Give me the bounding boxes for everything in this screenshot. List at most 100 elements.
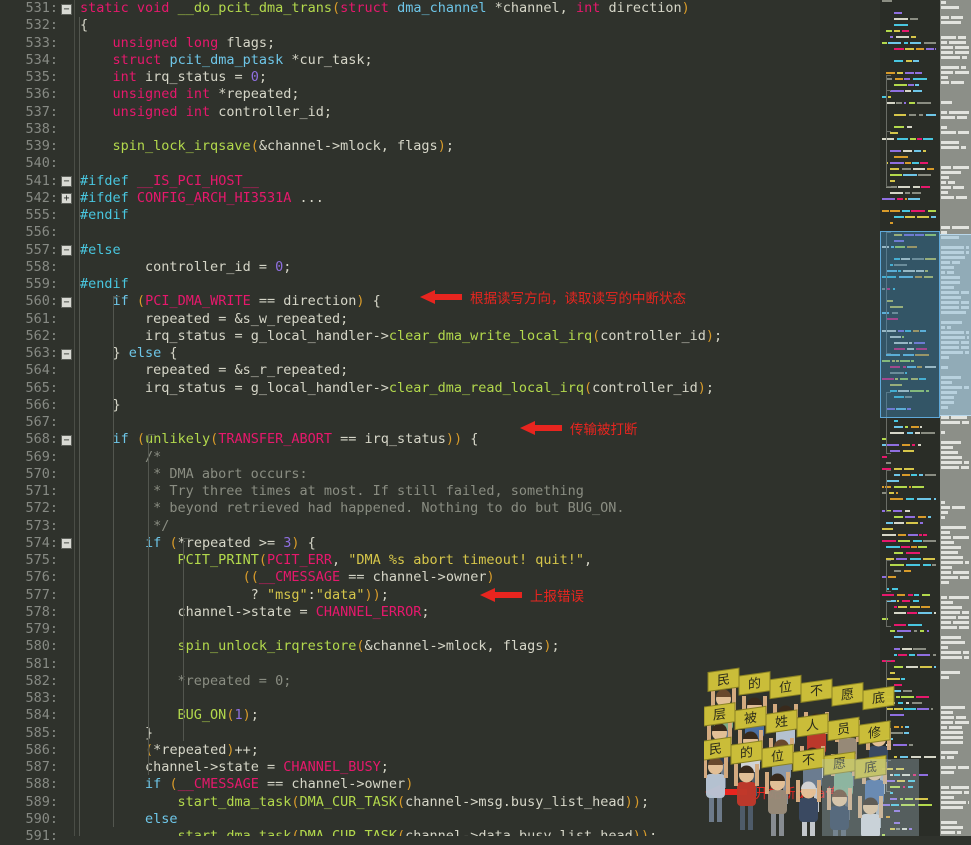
code-line[interactable]: if (PCI_DMA_WRITE == direction) {: [74, 293, 971, 310]
code-line[interactable]: *repeated = 0;: [74, 673, 971, 690]
code-line[interactable]: irq_status = g_local_handler->clear_dma_…: [74, 380, 971, 397]
code-line[interactable]: PCIT_PRINT(PCIT_ERR, "DMA %s abort timeo…: [74, 552, 971, 569]
fold-marker-column[interactable]: − − + − − − − −: [60, 0, 74, 836]
fold-collapse-icon[interactable]: −: [61, 3, 72, 15]
code-line[interactable]: ((__CMESSAGE == channel->owner): [74, 569, 971, 586]
line-number: 531:: [25, 0, 58, 16]
code-line[interactable]: #endif: [74, 207, 971, 224]
overview-ruler-mark: [941, 611, 960, 614]
overview-ruler-mark: [941, 826, 963, 829]
overview-ruler-mark: [941, 146, 959, 149]
code-line[interactable]: static void __do_pcit_dma_trans(struct d…: [74, 0, 971, 17]
code-line[interactable]: BUG_ON(1);: [74, 707, 971, 724]
fold-collapse-icon[interactable]: −: [61, 348, 72, 360]
code-line[interactable]: }: [74, 397, 971, 414]
code-line[interactable]: channel->state = CHANNEL_BUSY;: [74, 759, 971, 776]
overview-ruler-mark: [941, 711, 953, 714]
overview-ruler-mark: [941, 741, 963, 744]
fold-collapse-icon[interactable]: −: [61, 296, 72, 308]
overview-ruler-mark: [941, 626, 957, 629]
code-line[interactable]: [74, 621, 971, 638]
overview-ruler-mark: [958, 766, 969, 769]
line-number: 568:: [25, 431, 58, 448]
code-line[interactable]: [74, 656, 971, 673]
code-line[interactable]: struct pcit_dma_ptask *cur_task;: [74, 52, 971, 69]
code-line[interactable]: spin_unlock_irqrestore(&channel->mlock, …: [74, 638, 971, 655]
code-line[interactable]: [74, 414, 971, 431]
fold-collapse-icon[interactable]: −: [61, 538, 72, 550]
line-number: 541:: [25, 172, 58, 189]
code-line[interactable]: } else {: [74, 345, 971, 362]
overview-ruler-mark: [941, 516, 945, 519]
code-line[interactable]: * beyond retrieved had happened. Nothing…: [74, 500, 971, 517]
code-line[interactable]: {: [74, 17, 971, 34]
code-line[interactable]: ? "msg":"data"));: [74, 587, 971, 604]
minimap-line: [880, 66, 940, 69]
overview-ruler-mark: [962, 421, 969, 424]
minimap-line: [880, 744, 940, 747]
overview-ruler-mark: [941, 456, 962, 459]
code-line[interactable]: #endif: [74, 276, 971, 293]
code-line[interactable]: * DMA abort occurs:: [74, 466, 971, 483]
overview-ruler-mark: [941, 191, 948, 194]
line-number: 582:: [25, 672, 58, 689]
code-line[interactable]: int irq_status = 0;: [74, 69, 971, 86]
line-number: 576:: [25, 569, 58, 586]
code-line[interactable]: }: [74, 725, 971, 742]
overview-ruler-mark: [953, 166, 969, 169]
code-line[interactable]: [74, 224, 971, 241]
indent-guide: [113, 296, 114, 827]
code-line[interactable]: #ifdef __IS_PCI_HOST__: [74, 173, 971, 190]
overview-ruler-mark: [941, 561, 963, 564]
code-line[interactable]: controller_id = 0;: [74, 259, 971, 276]
code-line[interactable]: */: [74, 518, 971, 535]
code-line[interactable]: else: [74, 811, 971, 828]
fold-collapse-icon[interactable]: −: [61, 176, 72, 187]
code-line[interactable]: * Try three times at most. If still fail…: [74, 483, 971, 500]
code-line[interactable]: start_dma_task(DMA_CUR_TASK(channel->dat…: [74, 828, 971, 836]
code-line[interactable]: if (*repeated >= 3) {: [74, 535, 971, 552]
minimap-line: [880, 456, 940, 459]
code-line[interactable]: unsigned int controller_id;: [74, 104, 971, 121]
code-text-area[interactable]: static void __do_pcit_dma_trans(struct d…: [74, 0, 971, 836]
overview-ruler-mark: [941, 116, 955, 119]
code-line[interactable]: channel->state = CHANNEL_ERROR;: [74, 604, 971, 621]
minimap-viewport-highlight[interactable]: [880, 231, 940, 418]
code-editor[interactable]: 531: 532: 533: 534: 535: 536: 537: 538: 539: 540:…: [0, 0, 971, 844]
minimap-line: [880, 642, 940, 645]
code-line[interactable]: #ifdef CONFIG_ARCH_HI3531A ...: [74, 190, 971, 207]
code-line[interactable]: if (unlikely(TRANSFER_ABORT == irq_statu…: [74, 431, 971, 448]
code-line[interactable]: if (__CMESSAGE == channel->owner): [74, 776, 971, 793]
code-line[interactable]: unsigned int *repeated;: [74, 86, 971, 103]
fold-expand-icon[interactable]: +: [61, 193, 72, 205]
overview-ruler-mark: [947, 756, 954, 759]
overview-ruler-mark: [941, 531, 950, 534]
fold-collapse-icon[interactable]: −: [61, 245, 72, 256]
overview-scrollbar[interactable]: [940, 0, 971, 836]
minimap-line: [880, 462, 940, 465]
code-line[interactable]: repeated = &s_r_repeated;: [74, 362, 971, 379]
code-line[interactable]: /*: [74, 449, 971, 466]
code-line[interactable]: start_dma_task(DMA_CUR_TASK(channel->msg…: [74, 794, 971, 811]
minimap-fold-bracket: [886, 600, 891, 627]
overview-ruler-mark: [958, 131, 969, 134]
code-line[interactable]: [74, 121, 971, 138]
overview-ruler-mark: [941, 451, 958, 454]
code-minimap[interactable]: [880, 0, 940, 836]
code-line[interactable]: spin_lock_irqsave(&channel->mlock, flags…: [74, 138, 971, 155]
code-line[interactable]: repeated = &s_w_repeated;: [74, 311, 971, 328]
code-line[interactable]: #else: [74, 242, 971, 259]
code-line[interactable]: irq_status = g_local_handler->clear_dma_…: [74, 328, 971, 345]
overview-ruler-mark: [941, 641, 965, 644]
code-line[interactable]: [74, 155, 971, 172]
minimap-line: [880, 756, 940, 759]
overview-ruler-mark: [948, 181, 955, 184]
fold-collapse-icon[interactable]: −: [61, 434, 72, 446]
overview-ruler-mark: [955, 51, 969, 54]
line-number: 570:: [25, 465, 58, 482]
scrollbar-thumb[interactable]: [940, 234, 971, 416]
code-line[interactable]: (*repeated)++;: [74, 742, 971, 759]
overview-ruler-mark: [941, 41, 947, 44]
code-line[interactable]: [74, 690, 971, 707]
code-line[interactable]: unsigned long flags;: [74, 35, 971, 52]
